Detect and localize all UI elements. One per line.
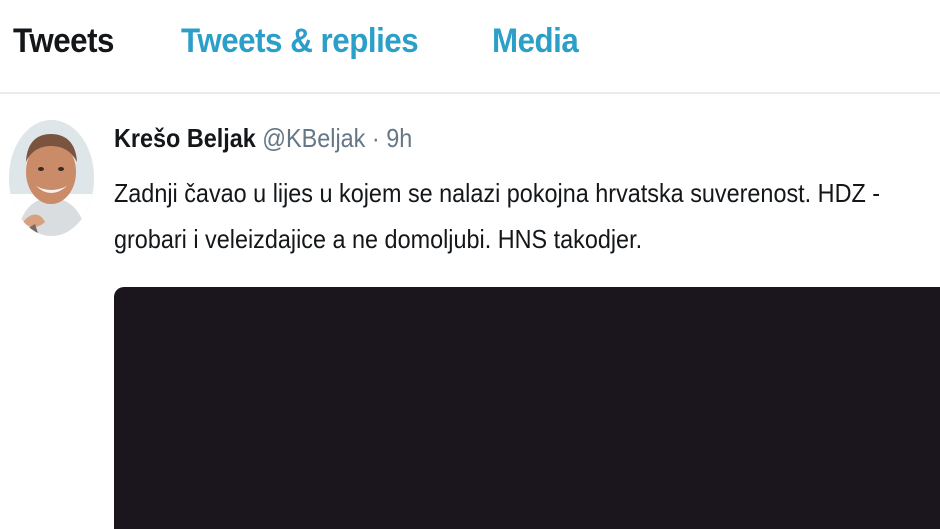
tweet-text-line-2: grobari i veleizdajice a ne domoljubi. H…	[114, 224, 643, 254]
profile-timeline: Tweets Tweets & replies Media Krešo Belj…	[0, 0, 940, 529]
separator-dot: ·	[371, 123, 380, 153]
profile-tabs: Tweets Tweets & replies Media	[0, 0, 940, 94]
display-name[interactable]: Krešo Beljak	[114, 123, 256, 153]
tweet-text-line-1: Zadnji čavao u lijes u kojem se nalazi p…	[114, 178, 881, 208]
tweet-header: Krešo Beljak @KBeljak · 9h	[114, 123, 412, 154]
tweet-media[interactable]	[114, 287, 940, 529]
tweet-text: Zadnji čavao u lijes u kojem se nalazi p…	[114, 170, 929, 262]
tab-tweets-and-replies[interactable]: Tweets & replies	[181, 22, 419, 61]
tweet[interactable]: Krešo Beljak @KBeljak · 9h Zadnji čavao …	[0, 94, 940, 529]
tab-media[interactable]: Media	[492, 22, 579, 61]
tab-tweets[interactable]: Tweets	[13, 22, 114, 61]
avatar[interactable]	[9, 120, 94, 236]
profile-photo-icon	[9, 120, 94, 236]
user-handle[interactable]: @KBeljak	[262, 123, 365, 153]
tweet-time[interactable]: 9h	[386, 123, 412, 153]
